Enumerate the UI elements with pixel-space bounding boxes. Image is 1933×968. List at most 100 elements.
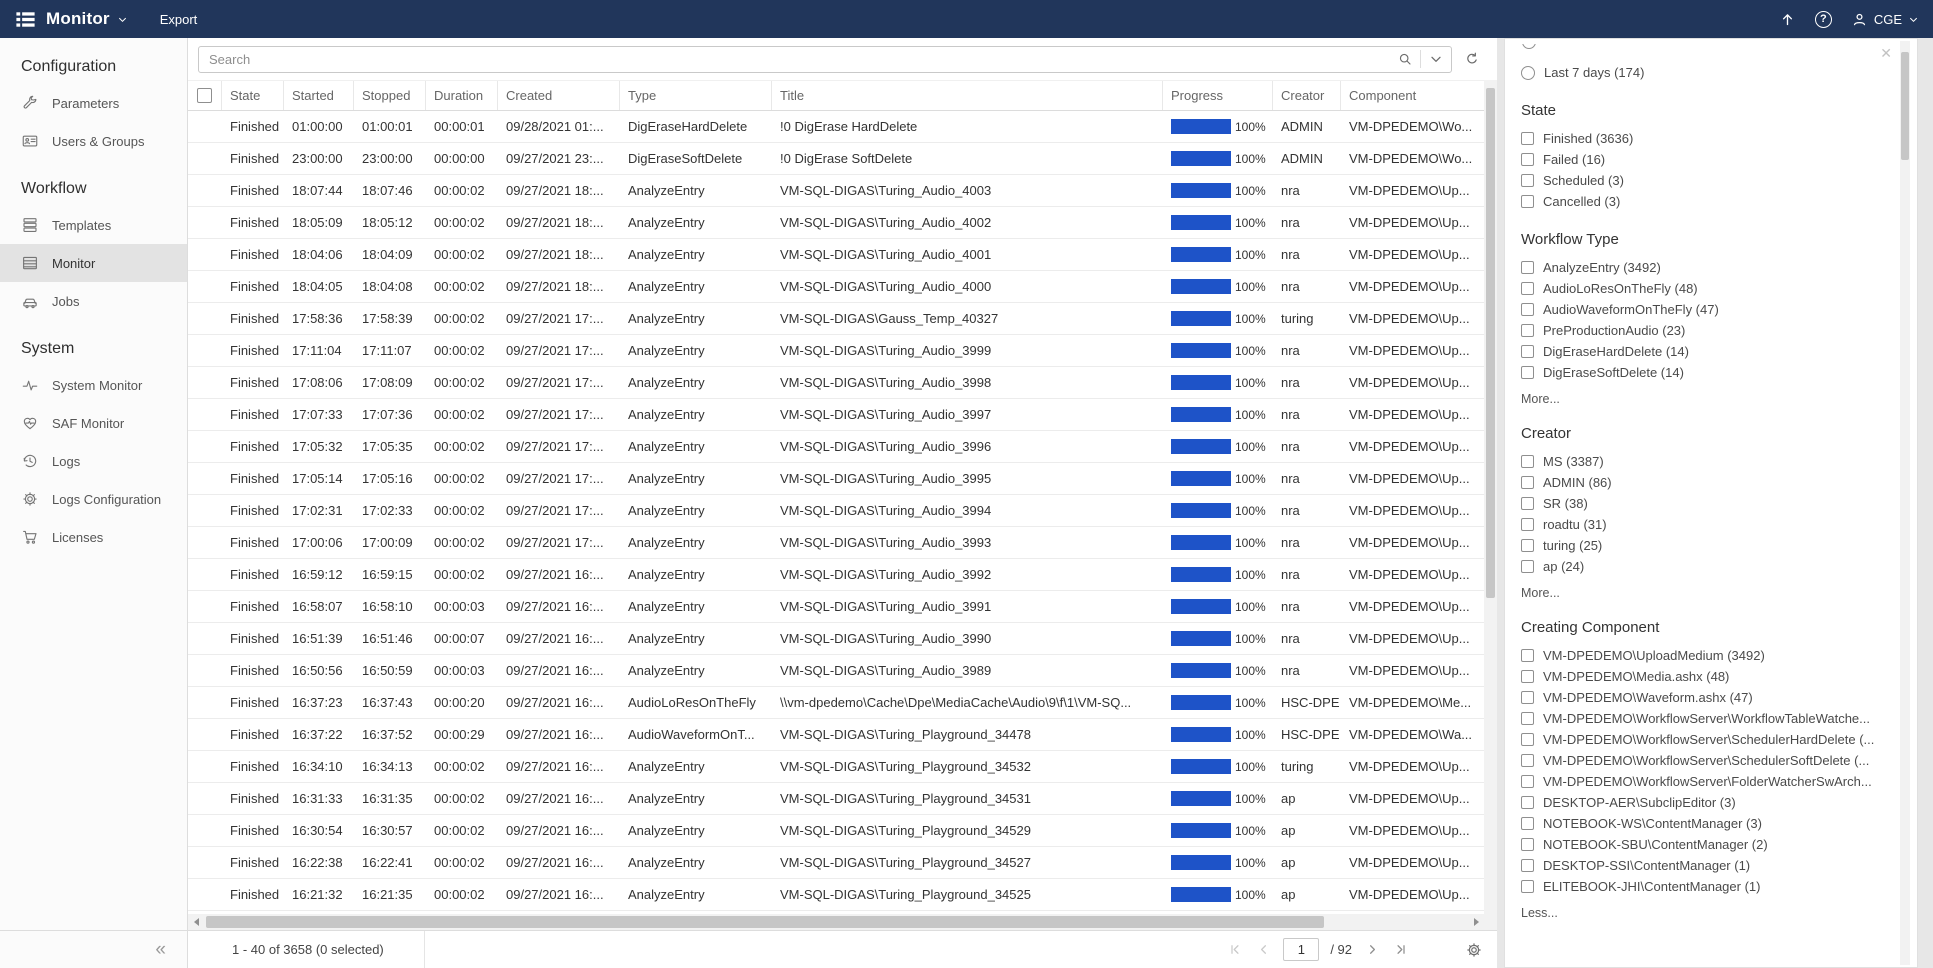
vertical-scrollbar[interactable] (1484, 80, 1497, 914)
filter-option[interactable]: AudioWaveformOnTheFly (47) (1521, 299, 1889, 320)
search-options-chevron-icon[interactable] (1428, 51, 1444, 67)
help-icon[interactable]: ? (1815, 11, 1832, 28)
user-menu[interactable]: CGE (1851, 11, 1919, 28)
select-all-cell[interactable] (188, 81, 222, 110)
table-row[interactable]: Finished 17:02:31 17:02:33 00:00:02 09/2… (188, 495, 1484, 527)
horizontal-scrollbar[interactable] (188, 914, 1484, 930)
table-row[interactable]: Finished 17:08:06 17:08:09 00:00:02 09/2… (188, 367, 1484, 399)
checkbox-icon[interactable] (1521, 560, 1534, 573)
filter-option[interactable]: SR (38) (1521, 493, 1889, 514)
table-row[interactable]: Finished 16:59:12 16:59:15 00:00:02 09/2… (188, 559, 1484, 591)
sidebar-item-jobs[interactable]: Jobs (0, 282, 187, 320)
filter-option[interactable]: DigEraseSoftDelete (14) (1521, 362, 1889, 383)
table-row[interactable]: Finished 17:05:14 17:05:16 00:00:02 09/2… (188, 463, 1484, 495)
sidebar-item-monitor[interactable]: Monitor (0, 244, 187, 282)
sidebar-item-logs-configuration[interactable]: Logs Configuration (0, 480, 187, 518)
checkbox-icon[interactable] (1521, 691, 1534, 704)
checkbox-icon[interactable] (1521, 859, 1534, 872)
table-row[interactable]: Finished 16:22:38 16:22:41 00:00:02 09/2… (188, 847, 1484, 879)
filter-option[interactable]: roadtu (31) (1521, 514, 1889, 535)
last-page-button[interactable] (1392, 941, 1410, 959)
radio-icon[interactable] (1521, 66, 1535, 80)
checkbox-icon[interactable] (1521, 649, 1534, 662)
table-row[interactable]: Finished 17:00:06 17:00:09 00:00:02 09/2… (188, 527, 1484, 559)
filter-option[interactable]: NOTEBOOK-WS\ContentManager (3) (1521, 813, 1889, 834)
table-row[interactable]: Finished 18:04:05 18:04:08 00:00:02 09/2… (188, 271, 1484, 303)
checkbox-icon[interactable] (1521, 282, 1534, 295)
filter-more-link[interactable]: Less... (1521, 906, 1889, 920)
filter-option[interactable]: AudioLoResOnTheFly (48) (1521, 278, 1889, 299)
column-header-creator[interactable]: Creator (1273, 81, 1341, 110)
horizontal-scrollbar-thumb[interactable] (206, 916, 1324, 928)
table-row[interactable]: Finished 16:50:56 16:50:59 00:00:03 09/2… (188, 655, 1484, 687)
table-row[interactable]: Finished 16:37:22 16:37:52 00:00:29 09/2… (188, 719, 1484, 751)
filter-option[interactable]: VM-DPEDEMO\WorkflowServer\WorkflowTableW… (1521, 708, 1889, 729)
filter-option[interactable]: ap (24) (1521, 556, 1889, 577)
search-input[interactable] (209, 52, 1390, 67)
filter-option[interactable]: DESKTOP-SSI\ContentManager (1) (1521, 855, 1889, 876)
arrow-up-icon[interactable] (1779, 11, 1796, 28)
checkbox-icon[interactable] (1521, 174, 1534, 187)
column-header-title[interactable]: Title (772, 81, 1163, 110)
checkbox-icon[interactable] (1521, 195, 1534, 208)
table-row[interactable]: Finished 17:07:33 17:07:36 00:00:02 09/2… (188, 399, 1484, 431)
column-header-progress[interactable]: Progress (1163, 81, 1273, 110)
checkbox-icon[interactable] (1521, 670, 1534, 683)
column-header-stopped[interactable]: Stopped (354, 81, 426, 110)
filter-option[interactable]: ELITEBOOK-JHI\ContentManager (1) (1521, 876, 1889, 897)
first-page-button[interactable] (1225, 941, 1243, 959)
filter-option[interactable]: NOTEBOOK-SBU\ContentManager (2) (1521, 834, 1889, 855)
checkbox-icon[interactable] (1521, 497, 1534, 510)
table-row[interactable]: Finished 17:05:32 17:05:35 00:00:02 09/2… (188, 431, 1484, 463)
checkbox-icon[interactable] (1521, 838, 1534, 851)
previous-page-button[interactable] (1254, 941, 1272, 959)
column-header-component[interactable]: Component (1341, 81, 1484, 110)
column-header-started[interactable]: Started (284, 81, 354, 110)
filter-option[interactable]: Failed (16) (1521, 149, 1889, 170)
refresh-button[interactable] (1459, 46, 1485, 72)
table-row[interactable]: Finished 17:58:36 17:58:39 00:00:02 09/2… (188, 303, 1484, 335)
filter-option-last-7-days[interactable]: Last 7 days (174) (1521, 62, 1889, 83)
filter-option[interactable]: DigEraseHardDelete (14) (1521, 341, 1889, 362)
scroll-right-arrow-icon[interactable] (1468, 914, 1484, 930)
checkbox-icon[interactable] (1521, 796, 1534, 809)
table-row[interactable]: Finished 16:37:23 16:37:43 00:00:20 09/2… (188, 687, 1484, 719)
sidebar-item-saf-monitor[interactable]: SAF Monitor (0, 404, 187, 442)
sidebar-item-system-monitor[interactable]: System Monitor (0, 366, 187, 404)
checkbox-icon[interactable] (1521, 261, 1534, 274)
filter-option[interactable]: AnalyzeEntry (3492) (1521, 257, 1889, 278)
sidebar-item-parameters[interactable]: Parameters (0, 84, 187, 122)
column-header-created[interactable]: Created (498, 81, 620, 110)
collapse-sidebar-icon[interactable]: « (155, 940, 166, 959)
table-row[interactable]: Finished 23:00:00 23:00:00 00:00:00 09/2… (188, 143, 1484, 175)
filter-option[interactable]: VM-DPEDEMO\WorkflowServer\SchedulerSoftD… (1521, 750, 1889, 771)
filter-more-link[interactable]: More... (1521, 392, 1889, 406)
table-row[interactable]: Finished 18:04:06 18:04:09 00:00:02 09/2… (188, 239, 1484, 271)
filter-option[interactable]: Scheduled (3) (1521, 170, 1889, 191)
checkbox-icon[interactable] (1521, 303, 1534, 316)
checkbox-icon[interactable] (1521, 366, 1534, 379)
filter-option[interactable]: VM-DPEDEMO\WorkflowServer\SchedulerHardD… (1521, 729, 1889, 750)
sidebar-item-logs[interactable]: Logs (0, 442, 187, 480)
app-title-menu[interactable]: Monitor (46, 9, 128, 29)
column-header-state[interactable]: State (222, 81, 284, 110)
checkbox-icon[interactable] (1521, 754, 1534, 767)
table-row[interactable]: Finished 18:05:09 18:05:12 00:00:02 09/2… (188, 207, 1484, 239)
table-row[interactable]: Finished 16:31:33 16:31:35 00:00:02 09/2… (188, 783, 1484, 815)
search-icon[interactable] (1397, 51, 1413, 67)
scroll-left-arrow-icon[interactable] (188, 914, 204, 930)
select-all-checkbox[interactable] (197, 88, 212, 103)
checkbox-icon[interactable] (1521, 712, 1534, 725)
filter-scrollbar[interactable] (1900, 41, 1910, 965)
checkbox-icon[interactable] (1521, 153, 1534, 166)
checkbox-icon[interactable] (1521, 455, 1534, 468)
table-row[interactable]: Finished 18:07:44 18:07:46 00:00:02 09/2… (188, 175, 1484, 207)
sidebar-item-licenses[interactable]: Licenses (0, 518, 187, 556)
checkbox-icon[interactable] (1521, 733, 1534, 746)
checkbox-icon[interactable] (1521, 817, 1534, 830)
checkbox-icon[interactable] (1521, 880, 1534, 893)
checkbox-icon[interactable] (1521, 539, 1534, 552)
table-settings-button[interactable] (1464, 940, 1484, 960)
next-page-button[interactable] (1363, 941, 1381, 959)
table-row[interactable]: Finished 17:11:04 17:11:07 00:00:02 09/2… (188, 335, 1484, 367)
